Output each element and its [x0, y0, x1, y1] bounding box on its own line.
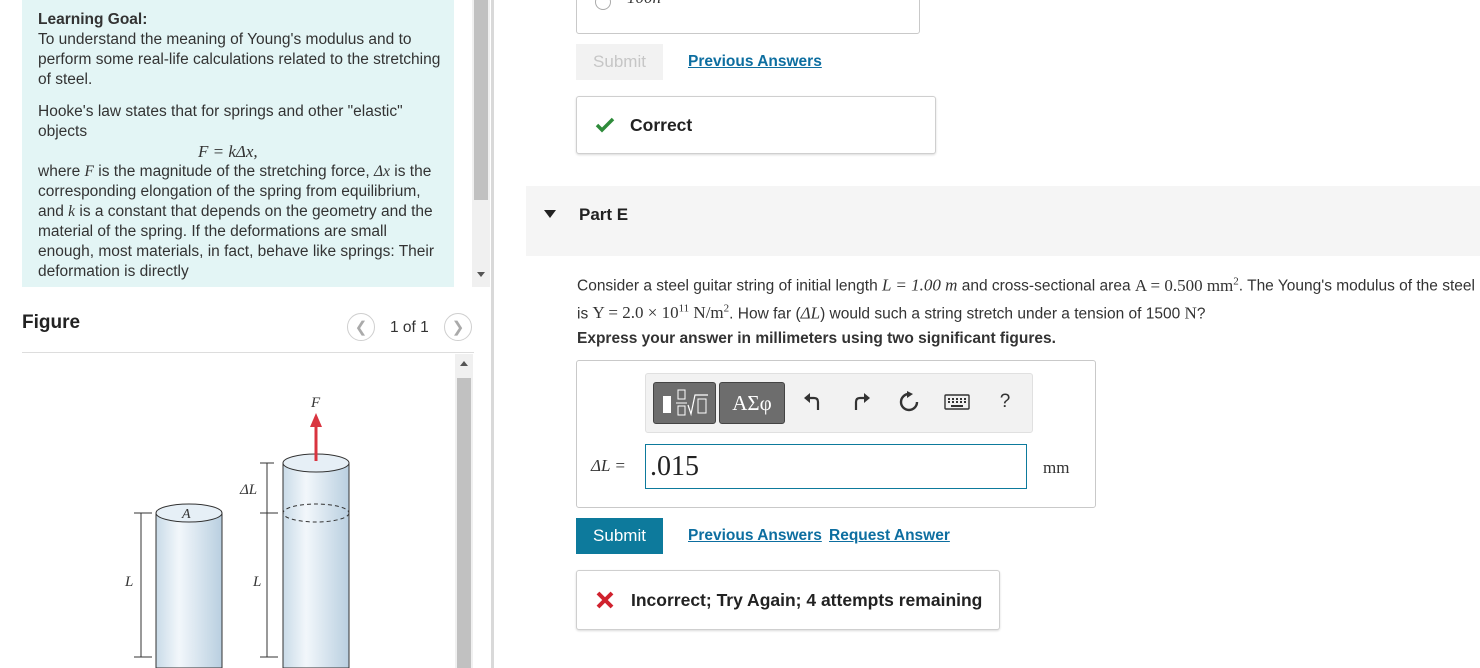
redo-button[interactable]: [846, 387, 876, 417]
hooke-explanation: where F is the magnitude of the stretchi…: [38, 163, 435, 280]
submit-button[interactable]: Submit: [576, 518, 663, 554]
radio-option[interactable]: [595, 0, 611, 10]
correct-text: Correct: [630, 114, 693, 135]
delta-length-label: ΔL: [239, 482, 257, 498]
unstretched-cylinder: [155, 503, 223, 668]
keyboard-button[interactable]: [941, 387, 973, 417]
redo-icon: [854, 393, 870, 410]
learning-goal-heading: Learning Goal:: [38, 11, 148, 28]
undo-button[interactable]: [798, 387, 828, 417]
reset-button[interactable]: [894, 387, 924, 417]
youngs-modulus-figure: A L F ΔL L: [124, 395, 350, 668]
template-button[interactable]: [653, 382, 716, 424]
length-label-left: L: [124, 574, 133, 590]
previous-answer-box: 100n: [576, 0, 920, 34]
figure-title: Figure: [22, 312, 81, 333]
answer-unit: mm: [1043, 458, 1070, 477]
reset-icon: [899, 391, 919, 412]
caret-down-icon[interactable]: [544, 210, 556, 218]
figure-prev-button[interactable]: ❮: [347, 313, 375, 341]
figure-page-count: 1 of 1: [390, 319, 429, 336]
force-label: F: [310, 395, 321, 411]
keyboard-icon: [944, 394, 970, 410]
figure-scrollbar-thumb[interactable]: [457, 378, 471, 668]
previous-answers-link-part-e[interactable]: Previous Answers: [688, 527, 822, 545]
length-label-right: L: [252, 574, 261, 590]
figure-separator: [22, 352, 474, 353]
previous-submit-button[interactable]: Submit: [576, 44, 663, 80]
undo-icon: [804, 393, 820, 410]
scroll-down-arrow-icon[interactable]: [477, 272, 485, 277]
previous-option-text: 100n: [627, 0, 661, 8]
figure-next-button[interactable]: ❯: [444, 313, 472, 341]
greek-symbols-button[interactable]: ΑΣφ: [719, 382, 785, 424]
chevron-right-icon: ❯: [451, 319, 465, 336]
part-e-label: Part E: [579, 205, 629, 224]
x-icon: [596, 591, 614, 609]
help-button[interactable]: ?: [990, 387, 1020, 417]
stretched-cylinder: [282, 453, 350, 668]
area-label: A: [181, 507, 191, 522]
request-answer-link[interactable]: Request Answer: [829, 527, 950, 545]
scroll-up-arrow-icon[interactable]: [460, 361, 468, 366]
correct-feedback: Correct: [576, 96, 936, 154]
learning-goal-panel[interactable]: Learning Goal: To understand the meaning…: [22, 0, 454, 287]
math-toolbar: ΑΣφ ?: [645, 373, 1033, 433]
fraction-root-template-icon: [662, 389, 708, 417]
previous-answers-link[interactable]: Previous Answers: [688, 53, 822, 71]
answer-instruction: Express your answer in millimeters using…: [577, 330, 1056, 347]
answer-input[interactable]: [645, 444, 1027, 489]
figure-scrollbar[interactable]: [455, 354, 473, 668]
hooke-intro-text: Hooke's law states that for springs and …: [38, 103, 403, 140]
intro-scrollbar[interactable]: [472, 0, 490, 287]
check-icon: [595, 117, 615, 133]
answer-label: ΔL =: [591, 456, 626, 475]
intro-scrollbar-thumb[interactable]: [474, 0, 488, 200]
hooke-equation: F = kΔx,: [198, 142, 258, 161]
chevron-left-icon: ❮: [354, 319, 368, 336]
incorrect-text: Incorrect; Try Again; 4 attempts remaini…: [631, 589, 983, 610]
panel-divider[interactable]: [491, 0, 494, 668]
part-e-question: Consider a steel guitar string of initia…: [577, 275, 1475, 323]
part-e-header[interactable]: Part E: [526, 186, 1480, 256]
incorrect-feedback: Incorrect; Try Again; 4 attempts remaini…: [576, 570, 1000, 630]
learning-goal-text: To understand the meaning of Young's mod…: [38, 31, 441, 88]
